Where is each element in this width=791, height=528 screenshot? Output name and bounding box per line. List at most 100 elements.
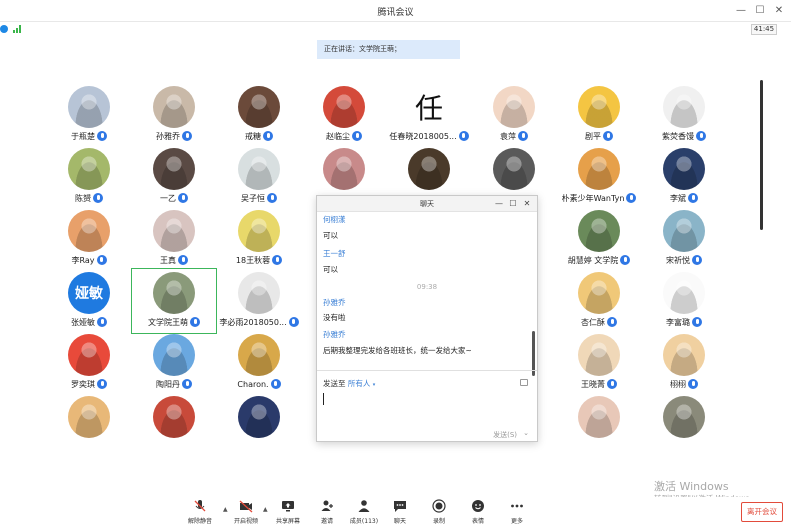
participant-tile[interactable]: 孙雅乔 (132, 86, 216, 148)
minimize-icon[interactable]: — (733, 3, 749, 19)
avatar[interactable] (238, 334, 280, 376)
participant-tile[interactable] (47, 396, 131, 458)
participant-tile[interactable]: 陶阳丹 (132, 334, 216, 396)
avatar[interactable] (68, 148, 110, 190)
participant-tile[interactable]: 宋祈悦 (642, 210, 726, 272)
chat-minimize-icon[interactable]: — (493, 197, 505, 211)
participant-tile[interactable]: 赵临尘 (302, 86, 386, 148)
participant-tile[interactable]: 王晓菁 (557, 334, 641, 396)
chat-input[interactable] (323, 393, 529, 405)
avatar[interactable] (663, 86, 705, 128)
participant-tile[interactable]: 袁萍 (472, 86, 556, 148)
chat-message-list[interactable]: 何栩漾 可以 王一舒 可以 09:38 孙雅乔 没有啦 孙雅乔 后期我整理完发给… (317, 212, 537, 367)
participant-tile[interactable]: 陈赟 (47, 148, 131, 210)
participant-tile[interactable]: 栩栩 (642, 334, 726, 396)
send-to-target[interactable]: 所有人 (348, 379, 371, 388)
avatar[interactable] (323, 148, 365, 190)
more-button[interactable]: 更多 (497, 499, 537, 527)
message-sender[interactable]: 何栩漾 (323, 214, 346, 225)
avatar[interactable] (153, 396, 195, 438)
avatar[interactable] (578, 148, 620, 190)
avatar[interactable] (408, 148, 450, 190)
participant-tile[interactable]: 罗奕琪 (47, 334, 131, 396)
participant-tile[interactable]: 李必雨2018050... (217, 272, 301, 334)
chevron-down-icon[interactable]: ▾ (373, 382, 376, 388)
avatar[interactable] (663, 334, 705, 376)
participant-tile[interactable] (642, 396, 726, 458)
avatar[interactable] (238, 396, 280, 438)
participant-tile[interactable]: 杏仁酥 (557, 272, 641, 334)
avatar[interactable] (238, 272, 280, 314)
avatar[interactable] (238, 86, 280, 128)
send-button[interactable]: 发送(S) (493, 430, 517, 440)
video-options-caret-icon[interactable]: ▲ (263, 506, 268, 513)
participant-tile[interactable] (132, 396, 216, 458)
participant-tile[interactable]: 李Ray (47, 210, 131, 272)
participant-tile[interactable]: 吴子恒 (217, 148, 301, 210)
file-icon[interactable] (520, 379, 528, 386)
participant-tile[interactable]: 娅敏 张娅敏 (47, 272, 131, 334)
maximize-icon[interactable]: ☐ (752, 3, 768, 19)
avatar[interactable] (578, 396, 620, 438)
send-options-chevron-icon[interactable]: ⌄ (523, 429, 529, 437)
avatar[interactable] (663, 396, 705, 438)
avatar[interactable] (238, 148, 280, 190)
participant-tile[interactable]: 任任春晓2018005... (387, 86, 471, 148)
avatar[interactable] (663, 210, 705, 252)
start-video-button[interactable]: 开启视频 (226, 499, 266, 527)
avatar[interactable] (153, 86, 195, 128)
participant-tile[interactable]: 李斌 (642, 148, 726, 210)
message-sender[interactable]: 孙雅乔 (323, 329, 346, 340)
invite-button[interactable]: 邀请 (307, 499, 347, 527)
avatar[interactable] (68, 86, 110, 128)
avatar[interactable] (68, 334, 110, 376)
avatar[interactable] (153, 148, 195, 190)
participant-tile[interactable]: 王真 (132, 210, 216, 272)
avatar[interactable] (153, 272, 195, 314)
message-sender[interactable]: 王一舒 (323, 248, 346, 259)
participant-tile[interactable]: Charon. (217, 334, 301, 396)
participant-tile[interactable] (217, 396, 301, 458)
avatar[interactable] (153, 210, 195, 252)
send-to-selector[interactable]: 发送至 所有人 ▾ (323, 378, 375, 389)
avatar[interactable] (153, 334, 195, 376)
avatar[interactable] (493, 86, 535, 128)
participant-tile[interactable] (557, 396, 641, 458)
message-sender[interactable]: 孙雅乔 (323, 297, 346, 308)
network-icon[interactable] (0, 25, 8, 33)
emoji-button[interactable]: 表情 (458, 499, 498, 527)
avatar[interactable] (68, 210, 110, 252)
participant-tile[interactable]: 朴素少年WanTyn (557, 148, 641, 210)
chat-button[interactable]: 聊天 (380, 499, 420, 527)
participant-tile[interactable]: 紫荧香馒 (642, 86, 726, 148)
participant-tile[interactable]: 胡慧婷 文学院 (557, 210, 641, 272)
participant-tile[interactable]: 文学院王萌 (131, 268, 217, 334)
avatar[interactable] (663, 272, 705, 314)
participant-tile[interactable]: 于瓶楚 (47, 86, 131, 148)
participant-tile[interactable]: 剧平 (557, 86, 641, 148)
avatar[interactable] (493, 148, 535, 190)
members-button[interactable]: 成员(113) (344, 499, 384, 527)
participant-tile[interactable]: 戒糖 (217, 86, 301, 148)
avatar[interactable] (578, 334, 620, 376)
avatar[interactable] (238, 210, 280, 252)
record-button[interactable]: 录制 (419, 499, 459, 527)
avatar[interactable] (323, 86, 365, 128)
grid-scrollbar[interactable] (760, 80, 763, 230)
chat-maximize-icon[interactable]: ☐ (507, 197, 519, 211)
avatar[interactable]: 任 (408, 86, 450, 128)
close-icon[interactable]: ✕ (771, 3, 787, 19)
avatar[interactable]: 娅敏 (68, 272, 110, 314)
leave-meeting-button[interactable]: 离开会议 (741, 502, 783, 522)
avatar[interactable] (578, 86, 620, 128)
participant-tile[interactable]: 18王秋蓉 (217, 210, 301, 272)
signal-icon[interactable] (13, 25, 23, 33)
chat-close-icon[interactable]: ✕ (521, 197, 533, 211)
participant-tile[interactable]: 一乙 (132, 148, 216, 210)
unmute-button[interactable]: 解除静音 (180, 499, 220, 527)
participant-tile[interactable]: 李富璐 (642, 272, 726, 334)
avatar[interactable] (68, 396, 110, 438)
avatar[interactable] (578, 272, 620, 314)
share-screen-button[interactable]: 共享屏幕 (268, 499, 308, 527)
avatar[interactable] (578, 210, 620, 252)
